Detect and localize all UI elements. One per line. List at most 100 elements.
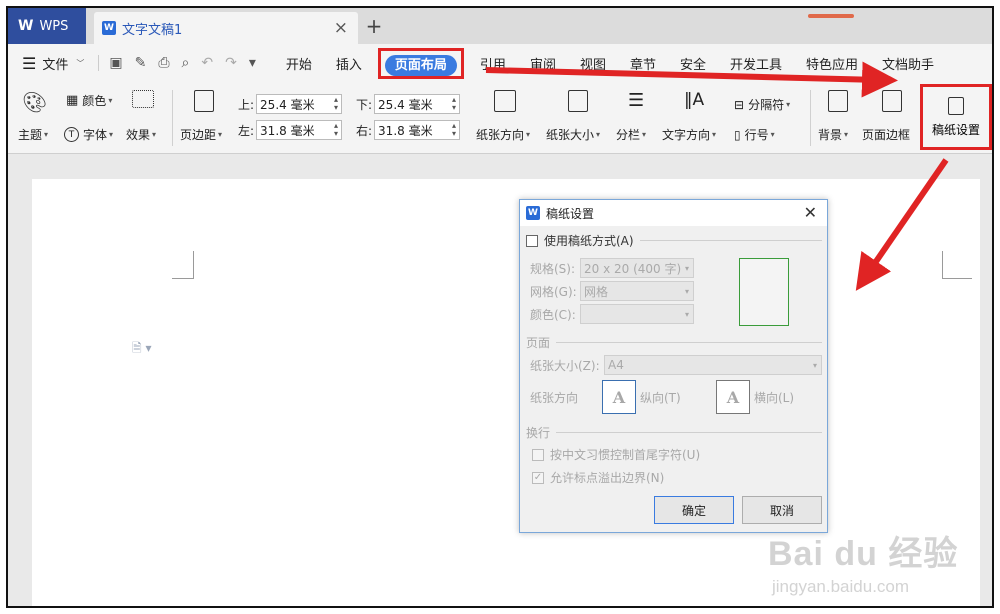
paragraph-layout-icon[interactable]: 🗎︎ ▾ <box>132 339 152 360</box>
menu-security[interactable]: 安全 <box>668 54 718 73</box>
margin-right-input[interactable]: 31.8 毫米 ▴ ▾ <box>374 120 461 140</box>
margins-icon[interactable] <box>194 90 214 112</box>
color-select[interactable]: ▾ <box>580 304 694 324</box>
theme-button[interactable]: 主题 ▾ <box>18 126 48 143</box>
paper-size-select[interactable]: A4 ▾ <box>604 355 822 375</box>
spec-value: 20 x 20 (400 字) <box>584 261 682 276</box>
use-grid-checkbox[interactable] <box>526 234 538 247</box>
menu-developer[interactable]: 开发工具 <box>718 54 794 73</box>
margins-button[interactable]: 页边距 ▾ <box>180 126 222 143</box>
wrap-group-label: 换行 <box>526 426 551 440</box>
portrait-icon: A <box>612 387 626 407</box>
text-direction-button[interactable]: 文字方向 ▾ <box>662 126 716 143</box>
spec-select[interactable]: 20 x 20 (400 字) ▾ <box>580 258 694 278</box>
grid-paper-settings-button[interactable]: 稿纸设置 <box>920 84 992 150</box>
margin-bottom-input[interactable]: 25.4 毫米 ▴ ▾ <box>374 94 461 114</box>
wrap-group-title: 换行 <box>526 424 550 441</box>
orientation-button[interactable]: 纸张方向 ▾ <box>476 126 530 143</box>
use-grid-label: 使用稿纸方式(A) <box>544 234 634 248</box>
landscape-icon: A <box>726 387 740 407</box>
menu-section[interactable]: 章节 <box>618 54 668 73</box>
separator-label: 分隔符 <box>748 98 785 112</box>
document-tab-label: 文字文稿1 <box>122 22 183 38</box>
background-label: 背景 <box>818 128 843 142</box>
grid-select[interactable]: 网格 ▾ <box>580 281 694 301</box>
menu-page-layout[interactable]: 页面布局 <box>384 54 457 76</box>
document-tab[interactable]: W 文字文稿1 × <box>94 12 358 44</box>
grid-paper-dialog: W 稿纸设置 ✕ 使用稿纸方式(A) 规格(S): 20 x 20 (400 字… <box>519 199 828 533</box>
effect-icon[interactable] <box>132 90 154 108</box>
text-direction-icon[interactable]: ‖A <box>684 90 704 110</box>
cancel-button[interactable]: 取消 <box>742 496 822 524</box>
quick-access-toolbar: ▣ ✎ ⎙ ⌕ ↶ ↷ ▾ <box>98 55 266 71</box>
theme-icon[interactable]: 🎨︎ <box>22 90 47 114</box>
portrait-option[interactable]: A <box>602 380 636 414</box>
menu-insert[interactable]: 插入 <box>324 54 374 73</box>
menu-references[interactable]: 引用 <box>468 54 518 73</box>
hamburger-icon: ☰ <box>22 53 37 73</box>
margin-top-input[interactable]: 25.4 毫米 ▴ ▾ <box>256 94 343 114</box>
save-icon[interactable]: ▣ <box>109 55 122 71</box>
wps-tab-label: WPS <box>39 18 69 34</box>
spin-arrows-icon[interactable]: ▴ ▾ <box>452 122 456 138</box>
group-divider <box>556 432 822 433</box>
close-icon[interactable]: ✕ <box>804 203 817 222</box>
paper-size-button[interactable]: 纸张大小 ▾ <box>546 126 600 143</box>
wps-logo-icon: W <box>18 18 34 34</box>
print-icon[interactable]: ⎙ <box>158 55 169 71</box>
file-menu[interactable]: ☰ 文件 ﹀ <box>8 54 92 73</box>
spin-arrows-icon[interactable]: ▴ ▾ <box>452 96 456 112</box>
wrap-opt2-row[interactable]: ✓ 允许标点溢出边界(N) <box>532 469 664 486</box>
theme-label: 主题 <box>18 128 43 142</box>
wrap-opt1-row[interactable]: 按中文习惯控制首尾字符(U) <box>532 446 700 463</box>
undo-icon[interactable]: ↶ <box>201 55 213 71</box>
close-tab-icon[interactable]: × <box>334 18 348 38</box>
ok-button[interactable]: 确定 <box>654 496 734 524</box>
effect-label: 效果 <box>126 128 151 142</box>
effect-button[interactable]: 效果 ▾ <box>126 126 156 143</box>
menu-view[interactable]: 视图 <box>568 54 618 73</box>
margin-left-input[interactable]: 31.8 毫米 ▴ ▾ <box>256 120 343 140</box>
menu-doc-assistant[interactable]: 文档助手 <box>870 54 946 73</box>
orientation-icon[interactable] <box>494 90 516 112</box>
new-tab-button[interactable]: + <box>362 14 386 38</box>
margin-right-value: 31.8 毫米 <box>378 123 433 138</box>
menu-special[interactable]: 特色应用 <box>794 54 870 73</box>
columns-button[interactable]: 分栏 ▾ <box>616 126 646 143</box>
background-icon[interactable] <box>828 90 848 112</box>
page-border-icon[interactable] <box>882 90 902 112</box>
margin-right-label: 右: <box>356 123 373 138</box>
spec-row: 规格(S): 20 x 20 (400 字) ▾ <box>530 258 694 278</box>
paper-size-icon[interactable] <box>568 90 588 112</box>
columns-icon[interactable]: ☰ <box>628 90 644 111</box>
color-button[interactable]: ▦ 颜色 ▾ <box>66 92 112 109</box>
use-grid-checkbox-row[interactable]: 使用稿纸方式(A) <box>526 232 634 249</box>
font-button[interactable]: T 字体 ▾ <box>64 126 113 143</box>
background-button[interactable]: 背景 ▾ <box>818 126 848 143</box>
dialog-title: 稿纸设置 <box>546 206 595 221</box>
wrap-opt2-checkbox[interactable]: ✓ <box>532 471 544 484</box>
separator-button[interactable]: ⊟ 分隔符 ▾ <box>734 96 790 113</box>
paper-size-label: 纸张大小(Z): <box>530 358 600 373</box>
wps-home-tab[interactable]: W WPS <box>8 8 86 44</box>
spin-arrows-icon[interactable]: ▴ ▾ <box>334 122 338 138</box>
page-group-title: 页面 <box>526 334 550 351</box>
menu-review[interactable]: 审阅 <box>518 54 568 73</box>
page-group-label: 页面 <box>526 336 551 350</box>
format-painter-icon[interactable]: ✎ <box>135 55 147 71</box>
customize-icon[interactable]: ▾ <box>249 55 256 71</box>
grid-row: 网格(G): 网格 ▾ <box>530 281 694 301</box>
line-number-button[interactable]: ▯ 行号 ▾ <box>734 126 775 143</box>
page-border-button[interactable]: 页面边框 <box>862 126 910 143</box>
spin-arrows-icon[interactable]: ▴ ▾ <box>334 96 338 112</box>
redo-icon[interactable]: ↷ <box>225 55 237 71</box>
wrap-opt1-checkbox[interactable] <box>532 448 544 461</box>
page-border-label: 页面边框 <box>862 128 911 142</box>
ribbon-page-layout: 🎨︎ 主题 ▾ ▦ 颜色 ▾ T 字体 ▾ 效果 ▾ 页边距 ▾ 上: 25.4 毫米 ▴ ▾ <box>8 82 992 154</box>
chevron-down-icon: ▾ <box>812 360 817 370</box>
ribbon-divider <box>172 90 173 146</box>
menu-start[interactable]: 开始 <box>274 54 324 73</box>
landscape-option[interactable]: A <box>716 380 750 414</box>
grid-preview <box>739 258 789 326</box>
print-preview-icon[interactable]: ⌕ <box>182 55 190 71</box>
